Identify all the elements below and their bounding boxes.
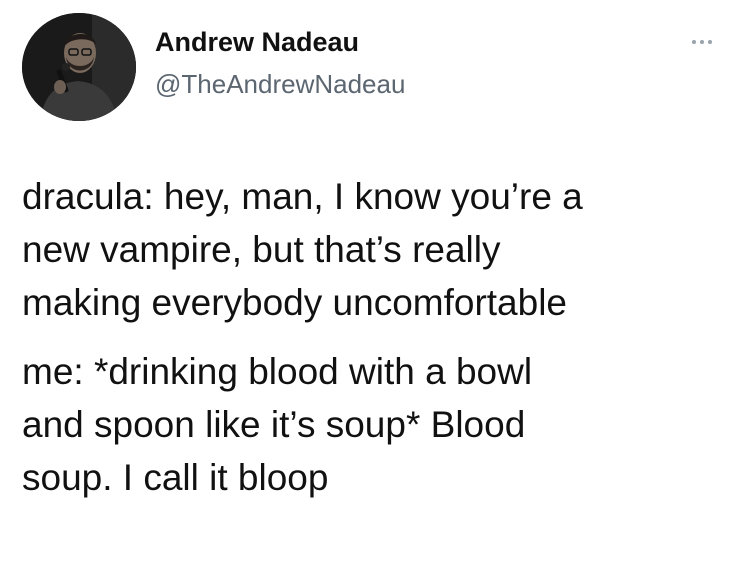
author-display-name[interactable]: Andrew Nadeau — [155, 27, 359, 58]
tweet-paragraph: dracula: hey, man, I know you’re a new v… — [22, 176, 583, 323]
dot — [708, 40, 712, 44]
avatar-photo — [22, 13, 136, 121]
author-handle[interactable]: @TheAndrewNadeau — [155, 69, 405, 100]
dot — [692, 40, 696, 44]
tweet-paragraph: me: *drinking blood with a bowl and spoo… — [22, 351, 533, 498]
avatar[interactable] — [22, 13, 136, 121]
tweet-card: Andrew Nadeau @TheAndrewNadeau dracula: … — [0, 0, 735, 576]
tweet-text: dracula: hey, man, I know you’re a new v… — [22, 170, 722, 504]
more-options-icon[interactable] — [685, 30, 719, 54]
dot — [700, 40, 704, 44]
